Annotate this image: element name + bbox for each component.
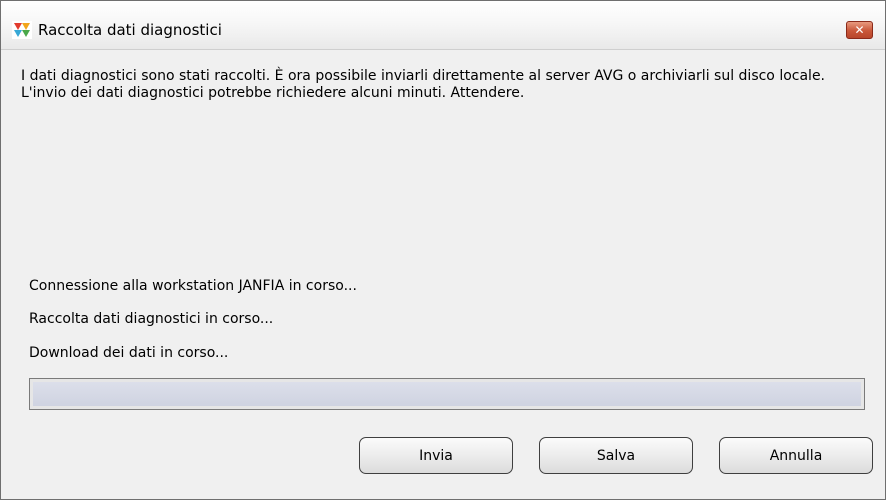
status-collecting: Raccolta dati diagnostici in corso... <box>29 311 274 327</box>
progress-track <box>33 382 861 406</box>
window-title: Raccolta dati diagnostici <box>38 21 222 39</box>
diagnostics-dialog: Raccolta dati diagnostici ✕ I dati diagn… <box>0 0 886 500</box>
status-download: Download dei dati in corso... <box>29 345 229 361</box>
send-button[interactable]: Invia <box>359 437 513 474</box>
dialog-content <box>1 50 885 499</box>
info-message: I dati diagnostici sono stati raccolti. … <box>21 68 826 101</box>
status-connection: Connessione alla workstation JANFIA in c… <box>29 278 357 294</box>
avg-app-icon <box>12 21 32 39</box>
title-bar[interactable]: Raccolta dati diagnostici ✕ <box>1 1 885 50</box>
progress-bar <box>29 378 865 410</box>
save-button[interactable]: Salva <box>539 437 693 474</box>
cancel-button[interactable]: Annulla <box>719 437 873 474</box>
close-icon: ✕ <box>854 23 865 37</box>
close-button[interactable]: ✕ <box>846 21 873 39</box>
